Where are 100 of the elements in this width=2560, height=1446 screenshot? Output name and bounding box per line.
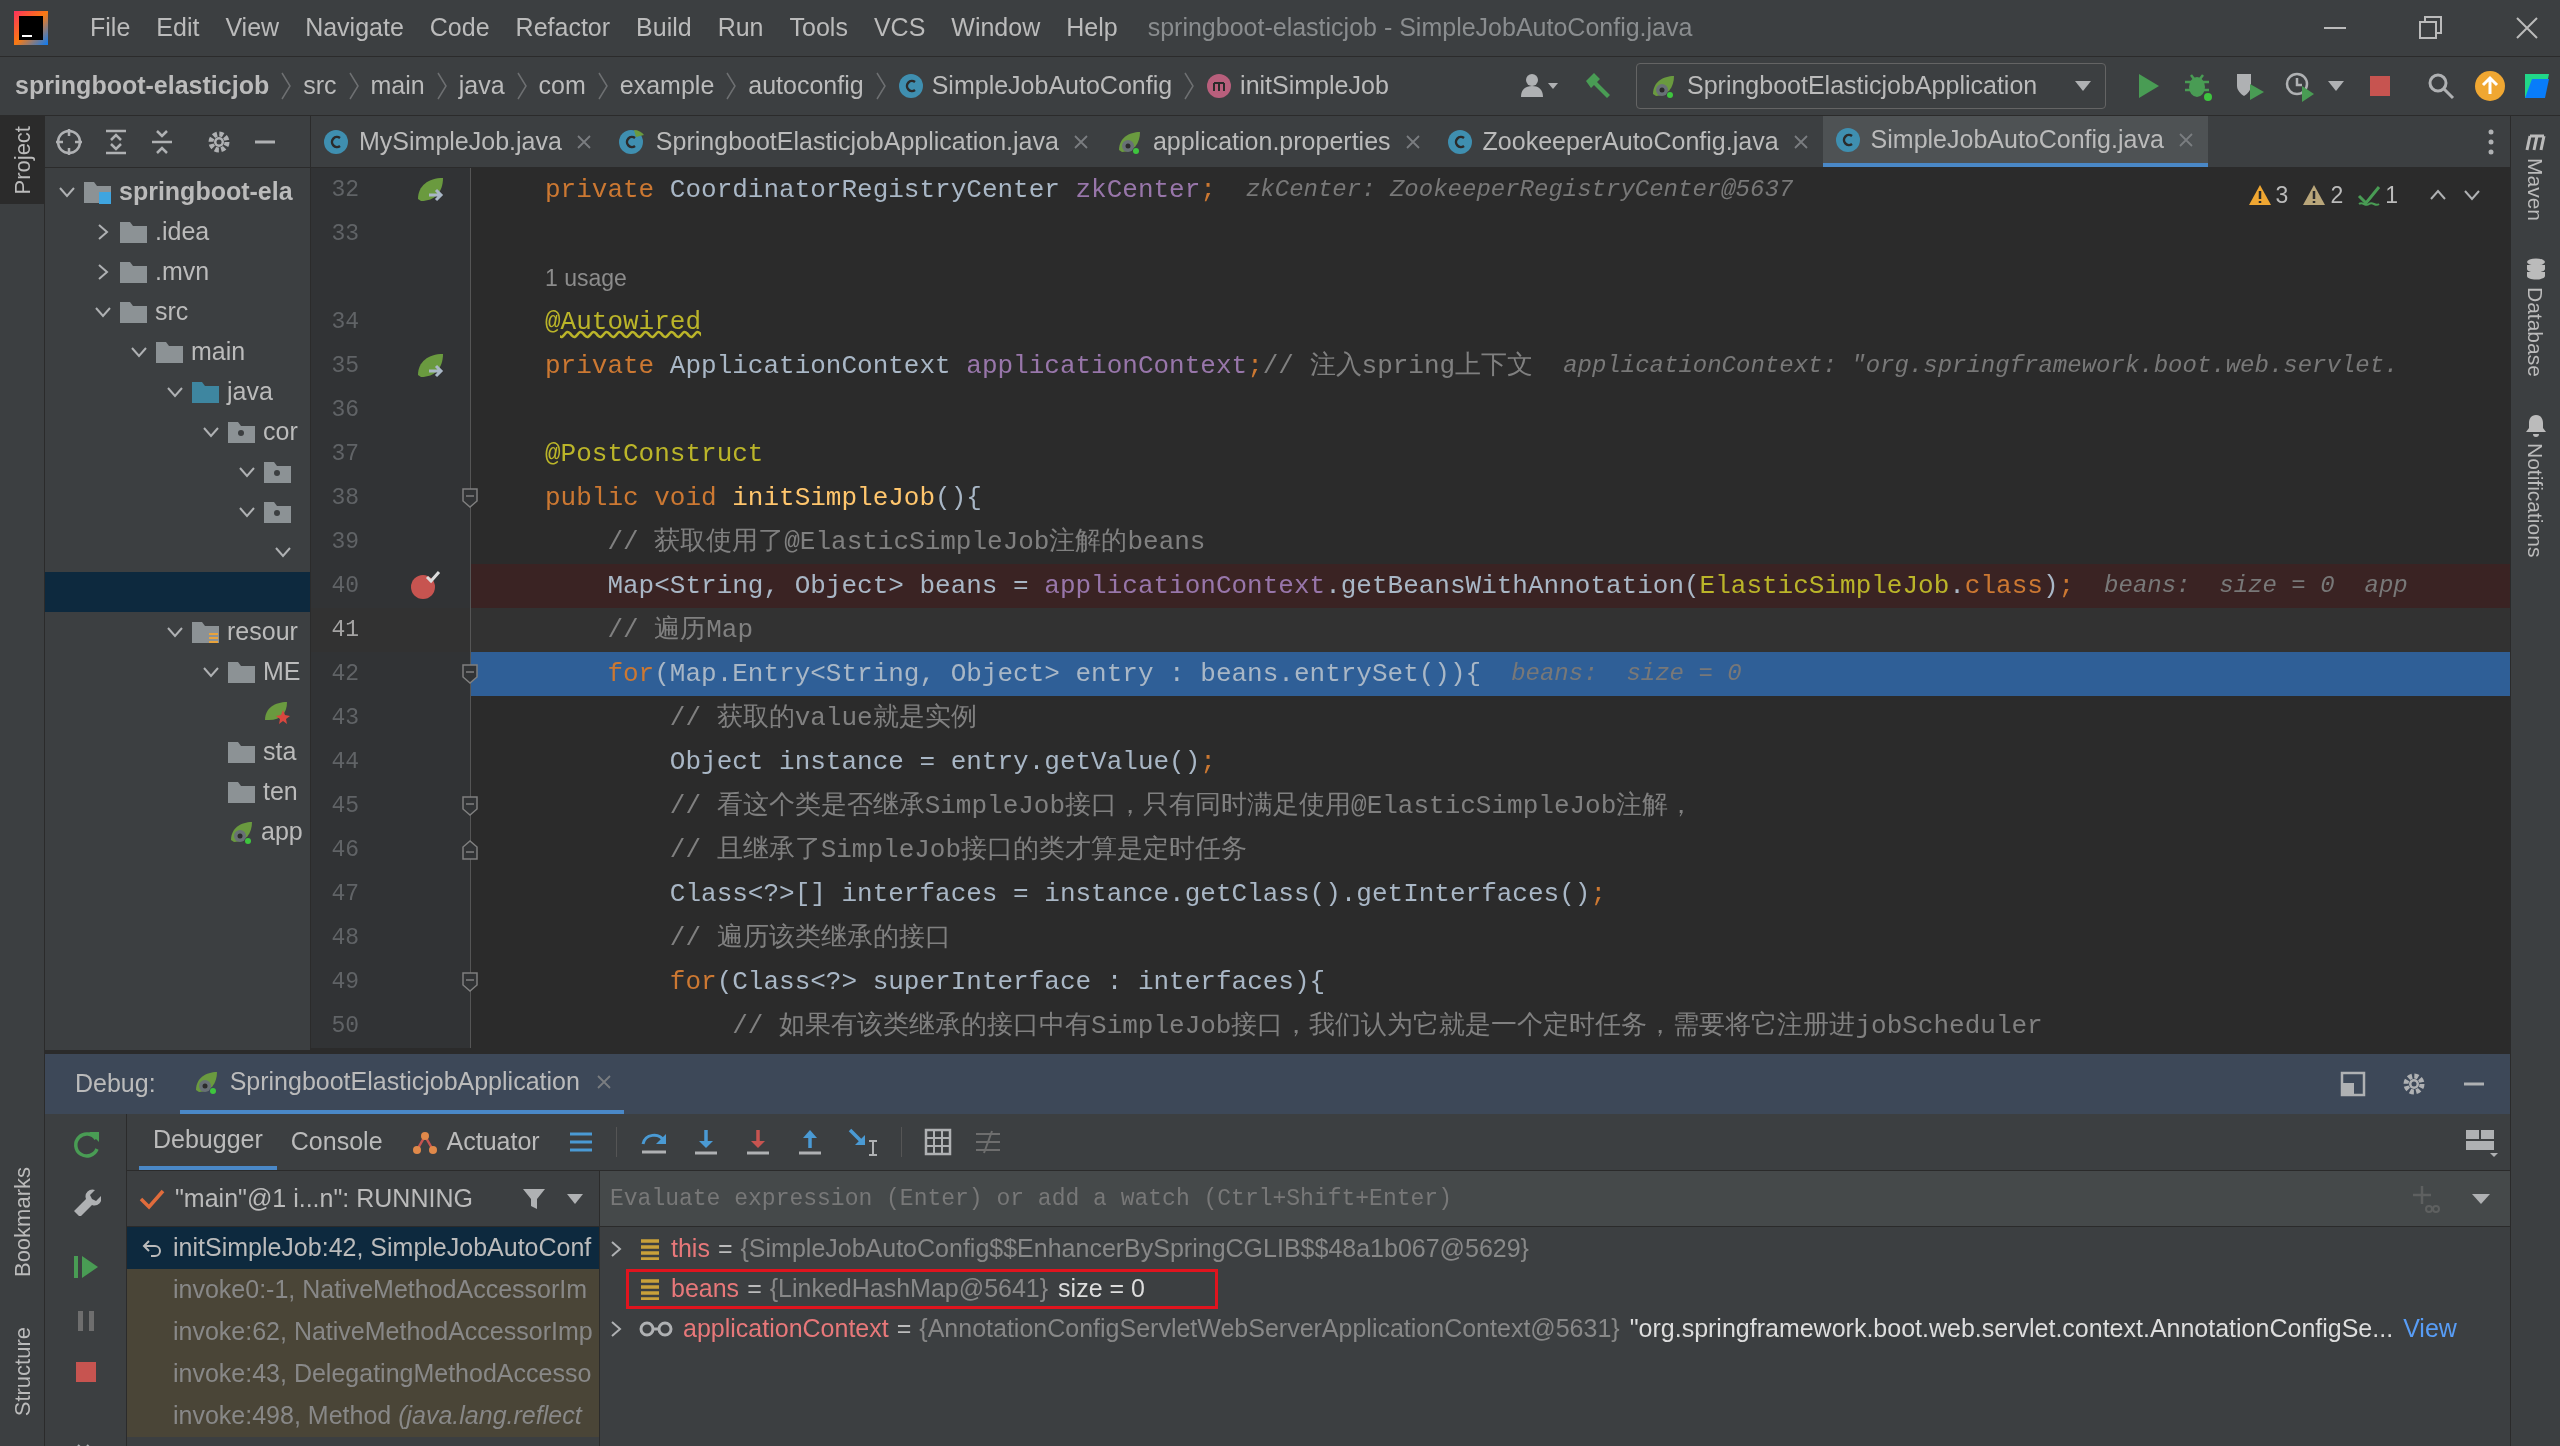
fold-marker-icon[interactable] bbox=[461, 839, 479, 861]
window-title: springboot-elasticjob - SimpleJobAutoConfig.java bbox=[1147, 12, 1693, 44]
menu-item[interactable]: Tools bbox=[789, 9, 848, 47]
tree-item-label[interactable]: cor bbox=[263, 413, 298, 451]
panel-title: Debug: bbox=[75, 1068, 156, 1100]
code-line: // 遍历该类继承的接口 bbox=[668, 921, 951, 955]
app-logo-icon[interactable] bbox=[14, 11, 48, 45]
editor-tab[interactable]: SpringbootElasticjobApplication.java bbox=[605, 116, 1103, 167]
tool-window-tab[interactable]: Project bbox=[0, 116, 45, 205]
layout-icon[interactable] bbox=[2340, 1071, 2366, 1097]
stop-icon[interactable] bbox=[73, 1360, 98, 1384]
code-line: // 遍历Map bbox=[606, 613, 754, 647]
tool-window-tab[interactable]: Structure bbox=[0, 1316, 45, 1426]
breadcrumb[interactable]: example bbox=[619, 67, 715, 105]
debug-tab[interactable]: Console bbox=[276, 1114, 397, 1170]
debug-tab[interactable]: Actuator bbox=[396, 1114, 554, 1170]
debug-tab[interactable]: Debugger bbox=[139, 1114, 277, 1170]
inline-value-hint: app bbox=[2364, 571, 2408, 601]
variable-entry[interactable]: beans = {LinkedHashMap@5641} bbox=[671, 1270, 1049, 1308]
caret-icon bbox=[2073, 79, 2093, 93]
tree-item-label[interactable]: src bbox=[155, 293, 189, 331]
class-icon bbox=[897, 73, 924, 99]
stack-frame[interactable]: initSimpleJob:42, SimpleJobAutoConf bbox=[127, 1227, 599, 1269]
restore-icon[interactable] bbox=[2418, 15, 2444, 41]
breadcrumb[interactable]: java bbox=[458, 67, 505, 105]
inline-value-hint: beans: size = 0 bbox=[1511, 659, 1742, 689]
breadcrumb[interactable]: com bbox=[538, 67, 586, 105]
menu-item[interactable]: Edit bbox=[156, 9, 200, 47]
debug-session-tab[interactable]: SpringbootElasticjobApplication bbox=[179, 1054, 624, 1114]
menu-item[interactable]: Code bbox=[429, 9, 490, 47]
view-link[interactable]: View bbox=[2403, 1310, 2457, 1348]
close-icon[interactable] bbox=[2514, 15, 2540, 41]
menu-item[interactable]: Refactor bbox=[515, 9, 611, 47]
menu-item[interactable]: Help bbox=[1066, 9, 1118, 47]
stop-icon[interactable] bbox=[2368, 74, 2392, 98]
inspection-counter[interactable]: 3 bbox=[2247, 178, 2289, 213]
menu-item[interactable]: Run bbox=[717, 9, 764, 47]
caret-icon[interactable] bbox=[2470, 1191, 2492, 1206]
caret-icon[interactable] bbox=[2326, 79, 2346, 93]
menu-item[interactable]: Window bbox=[951, 9, 1041, 47]
menu-item[interactable]: View bbox=[225, 9, 280, 47]
run-to-cursor-icon[interactable] bbox=[846, 1127, 879, 1157]
breadcrumb[interactable]: initSimpleJob bbox=[1240, 67, 1389, 105]
fold-marker-icon[interactable] bbox=[461, 795, 479, 817]
tree-item-label[interactable]: app bbox=[261, 813, 303, 851]
tree-item-label[interactable]: java bbox=[227, 373, 273, 411]
tree-item-label[interactable]: ME bbox=[263, 653, 301, 691]
class-icon bbox=[1834, 126, 1861, 153]
crosshair-icon[interactable] bbox=[55, 127, 83, 156]
profiler-icon[interactable] bbox=[2284, 70, 2316, 102]
tree-item-label[interactable]: .mvn bbox=[155, 253, 210, 291]
update-icon[interactable] bbox=[2474, 70, 2506, 102]
menu-item[interactable]: File bbox=[90, 9, 131, 47]
tree-item-label[interactable]: ten bbox=[263, 773, 298, 811]
tree-item-label[interactable]: sta bbox=[263, 733, 297, 771]
search-icon[interactable] bbox=[2426, 71, 2456, 101]
menu-item[interactable]: VCS bbox=[873, 9, 926, 47]
line-number: 41 bbox=[330, 615, 359, 645]
tree-item-label[interactable]: springboot-ela bbox=[119, 173, 293, 211]
breadcrumb[interactable]: springboot-elasticjob bbox=[15, 67, 270, 105]
inspection-counter[interactable]: 2 bbox=[2302, 178, 2344, 213]
tool-window-tab[interactable]: Notifications bbox=[2519, 412, 2552, 558]
code-line: public void initSimpleJob(){ bbox=[545, 481, 982, 515]
breadcrumb[interactable]: autoconfig bbox=[748, 67, 864, 105]
inspection-counter[interactable]: 1 bbox=[2357, 178, 2398, 213]
fold-marker-icon[interactable] bbox=[461, 971, 479, 993]
close-icon[interactable] bbox=[1792, 133, 1809, 150]
close-icon[interactable] bbox=[1072, 133, 1089, 150]
tool-window-tab[interactable]: Database bbox=[2519, 257, 2552, 377]
editor-tab[interactable]: SimpleJobAutoConfig.java bbox=[1822, 116, 2208, 167]
breadcrumb[interactable]: main bbox=[370, 67, 425, 105]
tool-window-tab[interactable]: Maven bbox=[2519, 128, 2552, 222]
tree-item-label[interactable]: .idea bbox=[155, 213, 210, 251]
tree-item-label[interactable]: resour bbox=[227, 613, 298, 651]
close-icon[interactable] bbox=[575, 133, 592, 150]
menu-icon[interactable] bbox=[567, 1130, 594, 1154]
breakpoint-icon[interactable] bbox=[409, 570, 441, 602]
toolbox-icon[interactable] bbox=[2522, 71, 2552, 101]
breadcrumb[interactable]: src bbox=[303, 67, 337, 105]
menu-item[interactable]: Build bbox=[636, 9, 692, 47]
editor-tab[interactable]: application.properties bbox=[1102, 116, 1435, 167]
menu-item[interactable]: Navigate bbox=[305, 9, 404, 47]
variable-entry[interactable]: this = {SimpleJobAutoConfig$$EnhancerBySpringCGLIB$$48a1b067@5629} bbox=[671, 1230, 1529, 1268]
close-icon[interactable] bbox=[1404, 133, 1421, 150]
breadcrumb-separator-icon bbox=[279, 71, 294, 101]
expand-all-icon[interactable] bbox=[103, 127, 129, 156]
usage-count[interactable]: 1 usage bbox=[545, 260, 627, 296]
tree-item-label[interactable]: main bbox=[191, 333, 246, 371]
tool-window-tab[interactable]: Bookmarks bbox=[0, 1156, 45, 1287]
calculator-icon[interactable] bbox=[923, 1128, 952, 1156]
variable-entry[interactable]: applicationContext = {AnnotationConfigServletWebServerApplicationContext@5631} bbox=[683, 1310, 1620, 1348]
run-configuration-dropdown[interactable]: SpringbootElasticjobApplication bbox=[1636, 63, 2106, 109]
fold-marker-icon[interactable] bbox=[461, 663, 479, 685]
editor-tab[interactable]: MySimpleJob.java bbox=[311, 116, 606, 167]
fold-marker-icon[interactable] bbox=[461, 487, 479, 509]
collapse-all-icon[interactable] bbox=[149, 127, 175, 156]
breadcrumb-separator-icon bbox=[873, 71, 888, 101]
glasses-icon bbox=[639, 1319, 673, 1339]
editor-tab[interactable]: ZookeeperAutoConfig.java bbox=[1434, 116, 1823, 167]
breadcrumb[interactable]: SimpleJobAutoConfig bbox=[931, 67, 1173, 105]
